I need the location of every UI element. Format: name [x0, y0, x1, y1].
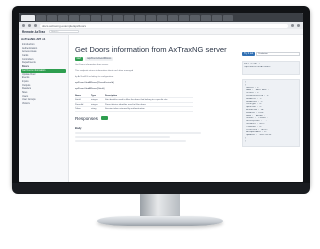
environment-select[interactable]: Production — [256, 52, 300, 56]
body-label: Body — [75, 126, 82, 130]
reload-icon[interactable] — [34, 24, 37, 27]
response-code-badge[interactable] — [100, 116, 108, 121]
description-line: by AxTraxNG including its configuration. — [75, 76, 114, 78]
table-cell: Session token returned by authentication — [105, 108, 145, 111]
browser-tab[interactable] — [168, 15, 178, 21]
browser-tab[interactable] — [212, 15, 222, 21]
back-icon[interactable] — [22, 24, 25, 27]
code-line: ] — [245, 139, 247, 142]
browser-address-bar: docs.axtraxng.example/api/doors — [19, 22, 303, 29]
browser-tab[interactable] — [135, 15, 145, 21]
profile-icon[interactable] — [297, 24, 300, 27]
response-code-block: [ { "DoorId": 1, "Name": "Main Door", "S… — [242, 79, 300, 147]
table-cell: Parent device identifier used to filter … — [105, 103, 146, 106]
body-schema-line — [75, 139, 186, 142]
table-cell: integer — [91, 99, 98, 102]
responses-heading: Responses — [75, 116, 233, 121]
monitor-screen: docs.axtraxng.example/api/doors Remote A… — [19, 13, 303, 182]
browser-tab[interactable] — [80, 15, 90, 21]
browser-tab[interactable] — [58, 15, 68, 21]
browser-tab[interactable] — [91, 15, 101, 21]
browser-tab[interactable] — [36, 15, 46, 21]
search-input[interactable]: Search... — [49, 30, 80, 33]
http-method-badge: GET — [75, 57, 83, 61]
try-it-panel: Try it out Production curl -X GET \ /api… — [239, 35, 303, 182]
monitor-chin — [12, 183, 310, 194]
forward-icon[interactable] — [28, 24, 31, 27]
browser-tab[interactable] — [190, 15, 200, 21]
browser-tab-bar — [19, 13, 303, 22]
extension-icon[interactable] — [291, 24, 294, 27]
monitor-stand-neck — [140, 194, 180, 218]
description-line: api/Doors/GetAllDoors/{ParentDeviceId} — [75, 82, 114, 84]
request-code-block: curl -X GET \ /api/Doors/GetAllDoors — [242, 61, 300, 75]
app-brand: Remote AxTrax — [22, 29, 46, 34]
responses-label: Responses — [75, 115, 98, 121]
table-cell: integer — [91, 103, 98, 106]
description-line: api/Doors/GetAllDoors/{SiteId} — [75, 88, 105, 90]
sidebar-item[interactable]: Visitors — [21, 102, 66, 106]
table-header-cell: Name — [75, 95, 81, 97]
table-cell: string — [91, 108, 97, 111]
monitor-stand-base — [97, 216, 223, 226]
table-header-cell: Description — [105, 95, 118, 97]
table-cell: Token — [75, 108, 81, 111]
browser-tab[interactable] — [47, 15, 57, 21]
try-it-row: Try it out Production — [242, 52, 300, 56]
sidebar-title: AxTraxNG API v1 — [21, 37, 46, 41]
app-content: AxTraxNG API v1 Introduction Authenticat… — [19, 35, 303, 182]
browser-tab[interactable] — [223, 15, 233, 21]
parameters-table: Name Type Description SiteId integer Sit… — [75, 94, 193, 112]
body-schema-line — [75, 135, 170, 138]
sidebar: AxTraxNG API v1 Introduction Authenticat… — [19, 35, 69, 182]
body-schema-line — [75, 131, 202, 134]
browser-tab[interactable] — [157, 15, 167, 21]
browser-tab[interactable] — [69, 15, 79, 21]
description-line: This endpoint returns information about … — [75, 70, 134, 72]
url-input[interactable]: docs.axtraxng.example/api/doors — [40, 23, 288, 28]
table-cell: Site identifier used to filter the doors… — [105, 99, 168, 102]
main-content: Get Doors information from AxTraxNG serv… — [69, 35, 239, 182]
browser-tab[interactable] — [113, 15, 123, 21]
code-line: /api/Doors/GetAllDoors — [244, 65, 271, 68]
browser-tab[interactable] — [21, 15, 35, 21]
browser-tab[interactable] — [146, 15, 156, 21]
endpoint-path[interactable]: /api/Doors/GetAllDoors — [84, 57, 114, 61]
table-header-cell: Type — [91, 95, 96, 97]
endpoint-row: GET /api/Doors/GetAllDoors — [75, 57, 233, 61]
browser-tab[interactable] — [124, 15, 134, 21]
table-cell: ParentId — [75, 103, 84, 106]
table-cell: SiteId — [75, 99, 81, 102]
browser-tab[interactable] — [179, 15, 189, 21]
try-it-button[interactable]: Try it out — [242, 52, 256, 56]
table-row: Token string Session token returned by a… — [75, 107, 193, 112]
browser-tab[interactable] — [102, 15, 112, 21]
description-line: Get Doors information from server. — [75, 64, 109, 66]
browser-tab[interactable] — [201, 15, 211, 21]
page-title: Get Doors information from AxTraxNG serv… — [75, 45, 227, 54]
